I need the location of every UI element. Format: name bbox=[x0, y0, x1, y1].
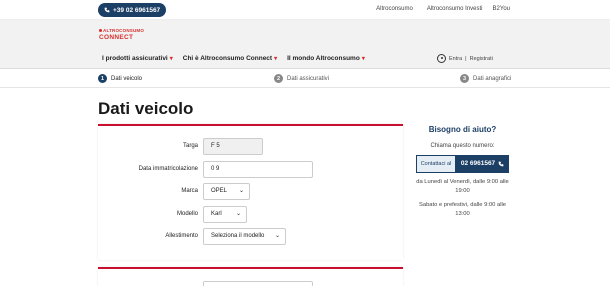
step-3: 3 Dati anagrafici bbox=[460, 74, 511, 83]
help-title: Bisogno di aiuto? bbox=[428, 125, 497, 134]
link-b2you[interactable]: B2You bbox=[493, 6, 510, 12]
form-row-modello: Modello Karl ⌄ bbox=[98, 206, 403, 224]
link-altroconsumo[interactable]: Altroconsumo bbox=[376, 6, 413, 12]
logo[interactable]: ALTROCONSUMO CONNECT bbox=[99, 28, 144, 41]
immatricolazione-input[interactable]: 0 9 bbox=[203, 161, 313, 178]
chevron-down-icon: ▾ bbox=[361, 56, 365, 62]
phone-icon bbox=[498, 161, 504, 167]
marca-select[interactable]: OPEL ⌄ bbox=[203, 183, 250, 200]
step-1: 1 Dati veicolo bbox=[98, 74, 142, 83]
call-phone: 02 6961567 bbox=[460, 160, 496, 167]
top-links: Altroconsumo Altroconsumo Investi B2You bbox=[376, 6, 510, 12]
allestimento-select[interactable]: Seleziona il modello ⌄ bbox=[203, 228, 286, 245]
nav-label: I prodotti assicurativi bbox=[102, 55, 168, 62]
top-bar: +39 02 6961567 Altroconsumo Altroconsumo… bbox=[0, 0, 610, 20]
register-link[interactable]: Registrati bbox=[470, 56, 493, 62]
call-button[interactable]: Contattaci al 02 6961567 bbox=[416, 155, 509, 173]
main-nav: I prodotti assicurativi ▾ Chi è Altrocons… bbox=[0, 47, 610, 69]
chevron-down-icon: ▾ bbox=[169, 56, 173, 62]
nav-label: Chi è Altroconsumo Connect bbox=[182, 55, 273, 62]
vehicle-form: Targa F 5 Data immatricolazione 0 9 Marc… bbox=[98, 124, 403, 260]
modello-label: Modello bbox=[176, 211, 198, 217]
link-altroconsumo-investi[interactable]: Altroconsumo Investi bbox=[427, 6, 483, 12]
chevron-down-icon: ⌄ bbox=[235, 211, 241, 217]
logo-dot-icon bbox=[99, 29, 102, 32]
nav-item-chi-siamo[interactable]: Chi è Altroconsumo Connect ▾ bbox=[183, 55, 277, 62]
step-number: 1 bbox=[98, 74, 107, 83]
marca-value: OPEL bbox=[211, 188, 228, 194]
step-number: 2 bbox=[274, 74, 283, 83]
hours-week: da Lunedì al Venerdì, dalle 9:00 alle 19… bbox=[416, 179, 509, 194]
form-row-immatricolazione: Data immatricolazione 0 9 bbox=[98, 161, 403, 179]
step-label: Dati assicurativi bbox=[287, 75, 330, 82]
phone-pill-label: +39 02 6961567 bbox=[113, 6, 161, 14]
help-card: Bisogno di aiuto? Chiama questo numero: … bbox=[407, 116, 518, 226]
chevron-down-icon: ▾ bbox=[274, 56, 278, 62]
help-subtitle: Chiama questo numero: bbox=[430, 143, 495, 149]
progress-steps: 1 Dati veicolo 2 Dati assicurativi 3 Dat… bbox=[0, 70, 610, 88]
marca-label: Marca bbox=[181, 188, 198, 194]
login-link[interactable]: Entra bbox=[449, 56, 462, 62]
separator: | bbox=[465, 55, 467, 62]
targa-label: Targa bbox=[182, 143, 198, 149]
allestimento-value: Seleziona il modello bbox=[211, 233, 265, 239]
user-box: Entra | Registrati bbox=[437, 54, 493, 63]
form-row-marca: Marca OPEL ⌄ bbox=[98, 183, 403, 201]
chevron-down-icon: ⌄ bbox=[238, 188, 244, 194]
chevron-down-icon: ⌄ bbox=[274, 233, 280, 239]
form-row-targa: Targa F 5 bbox=[98, 138, 403, 156]
step-label: Dati anagrafici bbox=[473, 75, 512, 82]
user-icon bbox=[437, 54, 446, 63]
page-title: Dati veicolo bbox=[98, 99, 194, 118]
nav-item-mondo[interactable]: Il mondo Altroconsumo ▾ bbox=[287, 55, 365, 62]
immatricolazione-label: Data immatricolazione bbox=[138, 166, 198, 172]
hours-weekend: Sabato e prefestivi, dalle 9:00 alle 13:… bbox=[418, 202, 506, 217]
phone-icon bbox=[104, 7, 110, 13]
step-2: 2 Dati assicurativi bbox=[274, 74, 329, 83]
logo-top-text: ALTROCONSUMO bbox=[103, 28, 145, 33]
step-label: Dati veicolo bbox=[111, 75, 143, 82]
modello-select[interactable]: Karl ⌄ bbox=[203, 206, 247, 223]
call-label: Contattaci al bbox=[416, 155, 456, 173]
targa-input[interactable]: F 5 bbox=[203, 138, 263, 155]
phone-pill-button[interactable]: +39 02 6961567 bbox=[98, 3, 167, 17]
modello-value: Karl bbox=[211, 211, 222, 217]
form-row-allestimento: Allestimento Seleziona il modello ⌄ bbox=[98, 228, 403, 246]
allestimento-label: Allestimento bbox=[165, 233, 198, 239]
next-form-section bbox=[98, 267, 403, 286]
step-number: 3 bbox=[460, 74, 469, 83]
nav-item-prodotti[interactable]: I prodotti assicurativi ▾ bbox=[102, 55, 173, 62]
next-section-input[interactable] bbox=[203, 281, 313, 286]
nav-label: Il mondo Altroconsumo bbox=[287, 55, 360, 62]
logo-bottom-text: CONNECT bbox=[99, 34, 134, 41]
